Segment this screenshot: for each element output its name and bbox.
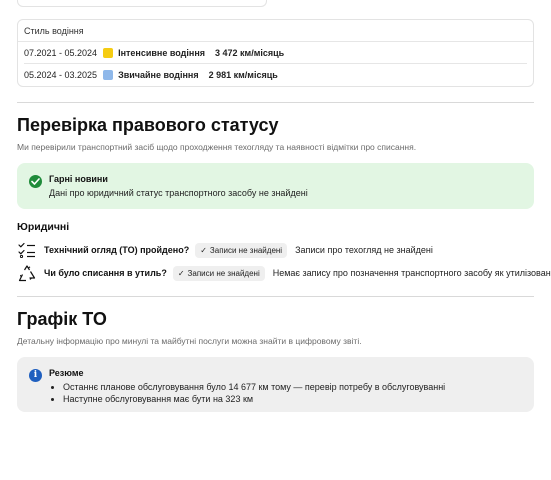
driving-style-table: Стиль водіння 07.2021 - 05.2024 Інтенсив… <box>17 19 534 87</box>
legal-question: Чи було списання в утиль? <box>44 268 167 278</box>
checkmark-icon: ✓ <box>177 268 185 278</box>
style-color-swatch <box>103 70 114 80</box>
driving-style-row: 05.2024 - 03.2025 Звичайне водіння 2 981… <box>24 64 527 86</box>
status-badge: ✓ Записи не знайдені <box>172 265 265 281</box>
driving-style-row: 07.2021 - 05.2024 Інтенсивне водіння 3 4… <box>24 42 527 64</box>
style-color-swatch <box>103 47 114 58</box>
legal-item-scrapped: Чи було списання в утиль? ✓ Записи не зна… <box>17 264 551 282</box>
recycle-icon <box>17 264 37 282</box>
list-item: Наступне обслуговування має бути на 323 … <box>63 393 445 405</box>
summary-box: i Резюме Останнє планове обслуговування … <box>17 357 534 412</box>
good-news-title: Гарні новини <box>49 174 108 184</box>
previous-card-edge <box>17 0 267 7</box>
legal-status-subtitle: Ми перевірили транспортний засіб щодо пр… <box>17 142 417 152</box>
checkmark-icon: ✓ <box>200 245 207 255</box>
good-news-banner: Гарні новини Дані про юридичний статус т… <box>17 163 534 209</box>
style-period: 05.2024 - 03.2025 <box>24 70 98 80</box>
legal-status-title: Перевірка правового статусу <box>17 115 279 135</box>
style-name: Інтенсивне водіння <box>118 47 206 58</box>
list-item: Останнє планове обслуговування було 14 6… <box>63 381 445 393</box>
legal-question: Технічний огляд (ТО) пройдено? <box>44 245 190 255</box>
legal-item-inspection: Технічний огляд (ТО) пройдено? ✓ Записи н… <box>17 241 433 259</box>
service-schedule-subtitle: Детальну інформацію про минулі та майбут… <box>17 336 362 346</box>
status-badge: ✓ Записи не знайдені <box>195 242 288 258</box>
style-mileage: 3 472 км/місяць <box>215 47 285 58</box>
driving-style-header: Стиль водіння <box>18 20 533 42</box>
status-badge-label: Записи не знайдені <box>187 268 260 278</box>
checklist-icon <box>17 241 37 259</box>
status-badge-label: Записи не знайдені <box>209 245 283 255</box>
style-mileage: 2 981 км/місяць <box>208 70 278 80</box>
section-divider <box>17 102 534 103</box>
section-divider <box>17 296 534 297</box>
check-circle-icon <box>29 175 42 188</box>
style-name: Звичайне водіння <box>118 70 199 80</box>
good-news-text: Дані про юридичний статус транспортного … <box>49 188 308 198</box>
legal-answer: Записи про техогляд не знайдені <box>295 245 433 255</box>
summary-list: Останнє планове обслуговування було 14 6… <box>63 381 445 405</box>
service-schedule-title: Графік ТО <box>17 309 107 329</box>
legal-section-title: Юридичні <box>17 221 70 233</box>
info-icon: i <box>29 369 42 382</box>
legal-answer: Немає запису про позначення транспортног… <box>272 268 551 278</box>
summary-title: Резюме <box>49 368 84 378</box>
style-period: 07.2021 - 05.2024 <box>24 47 98 58</box>
